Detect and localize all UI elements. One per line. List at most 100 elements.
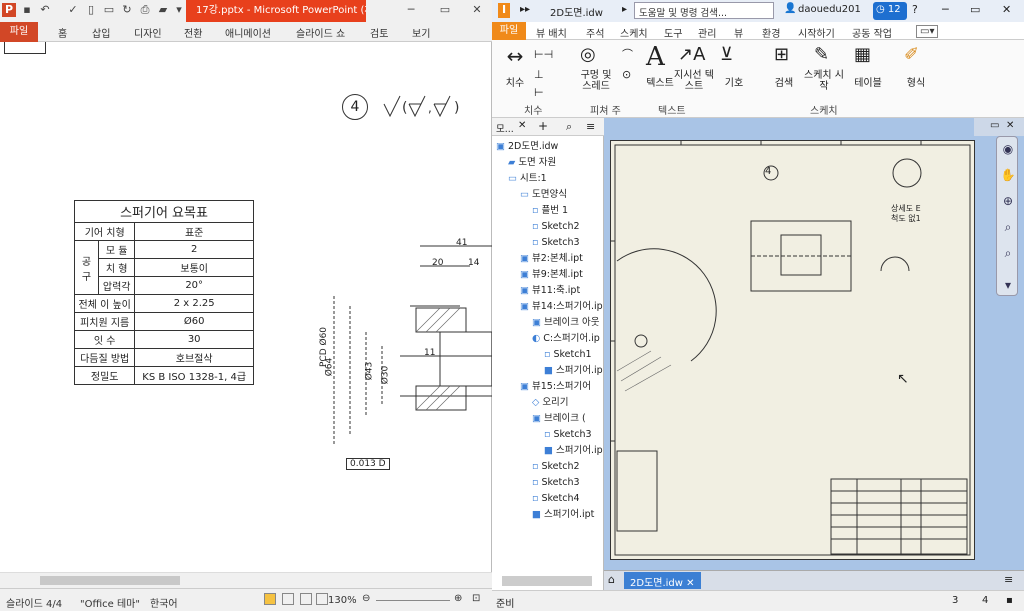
doc-tab-close-icon[interactable]: ✕	[686, 578, 694, 589]
table-button[interactable]: 테이블	[848, 74, 888, 89]
inv-tab-environment[interactable]: 환경	[762, 25, 780, 40]
inv-minimize-icon[interactable]: ─	[942, 3, 949, 16]
tree-item[interactable]: ▣ 뷰2:본체.ipt	[520, 252, 583, 266]
ppt-tab-design[interactable]: 디자인	[134, 25, 162, 40]
browser-scrollbar[interactable]	[502, 576, 592, 586]
doc-tab-active[interactable]: 2D도면.idw ✕	[624, 572, 701, 589]
slide-sorter-icon[interactable]	[282, 593, 294, 605]
close-icon[interactable]: ✕	[470, 3, 484, 17]
expand-menu-icon[interactable]: ▸▸	[520, 4, 530, 15]
zoom-slider[interactable]	[376, 600, 450, 601]
browser-title[interactable]: 모...	[496, 121, 514, 135]
user-name[interactable]: daouedu201	[798, 4, 861, 15]
tree-item[interactable]: ▫ Sketch3	[532, 476, 580, 490]
browser-close-icon[interactable]: ✕	[518, 120, 526, 131]
tree-item[interactable]: ▭ 시트:1	[508, 172, 547, 186]
pan-icon[interactable]: ✋	[1000, 167, 1016, 183]
tree-item[interactable]: ▫ Sketch3	[544, 428, 592, 442]
zoom-out-icon[interactable]: ⊖	[362, 593, 370, 604]
minimize-icon[interactable]: ─	[404, 3, 418, 17]
tree-item[interactable]: ▣ 뷰15:스퍼기어	[520, 380, 591, 394]
zoom-all-icon[interactable]: ⌕	[1000, 245, 1016, 261]
tree-item[interactable]: ▫ Sketch2	[532, 220, 580, 234]
browser-menu-icon[interactable]: ≡	[586, 120, 595, 133]
tree-item[interactable]: ◐ C:스퍼기어.ip	[532, 332, 600, 346]
doc-tabs-menu-icon[interactable]: ≡	[1004, 573, 1013, 586]
forward-icon[interactable]: ▸	[622, 4, 627, 15]
zoom-window-icon[interactable]: ⌕	[1000, 219, 1016, 235]
inv-tab-view-layout[interactable]: 뷰 배치	[536, 25, 567, 40]
tree-item[interactable]: ▫ Sketch3	[532, 236, 580, 250]
refresh-icon[interactable]: ↻	[120, 3, 134, 17]
tree-item[interactable]: ■ 스퍼기어.ip	[544, 444, 603, 458]
ordinate-dim-icon[interactable]: ⊥	[534, 68, 544, 81]
new-file-icon[interactable]: ▯	[84, 3, 98, 17]
help-icon[interactable]: ?	[912, 3, 918, 16]
ppt-horizontal-scrollbar[interactable]	[0, 572, 492, 588]
canvas-restore-icon[interactable]: ▭	[990, 120, 999, 131]
zoom-icon[interactable]: ⊕	[1000, 193, 1016, 209]
symbol-icon[interactable]: ⊻	[720, 44, 733, 65]
ribbon-options-icon[interactable]: ▭▾	[916, 25, 939, 38]
user-icon[interactable]: 👤	[784, 3, 796, 14]
inv-tab-tools[interactable]: 도구	[664, 25, 682, 40]
status-settings-icon[interactable]: ▪	[1006, 595, 1013, 606]
dimension-icon[interactable]: ↔	[498, 44, 532, 78]
retrieve-icon[interactable]: ⊞	[774, 44, 789, 65]
leader-text-button[interactable]: 지시선 텍스트	[674, 70, 714, 92]
baseline-dim-icon[interactable]: ⊢⊣	[534, 48, 553, 61]
symbol-button[interactable]: 기호	[714, 74, 754, 89]
punch-note-icon[interactable]: ⊙	[622, 68, 631, 81]
ppt-tab-view[interactable]: 보기	[412, 25, 430, 40]
chamfer-note-icon[interactable]: ⌒	[622, 46, 633, 62]
tree-item[interactable]: ▣ 브레이크 아웃	[532, 316, 599, 330]
inv-tab-file[interactable]: 파일	[492, 22, 526, 40]
undo-icon[interactable]: ↶	[38, 3, 52, 17]
tree-item[interactable]: ▣ 브레이크 (	[532, 412, 586, 426]
ppt-tab-slideshow[interactable]: 슬라이드 쇼	[296, 25, 345, 40]
normal-view-icon[interactable]	[264, 593, 276, 605]
tree-item[interactable]: ■ 스퍼기어.ipt	[532, 508, 594, 522]
inv-tab-getstarted[interactable]: 시작하기	[798, 25, 835, 40]
scroll-thumb[interactable]	[40, 576, 180, 585]
format-button[interactable]: 형식	[896, 74, 936, 89]
open-file-icon[interactable]: ▭	[102, 3, 116, 17]
inv-tab-view[interactable]: 뷰	[734, 25, 743, 40]
language[interactable]: 한국어	[150, 595, 178, 610]
tree-item[interactable]: ■ 스퍼기어.ip	[544, 364, 603, 378]
tree-item[interactable]: ▫ Sketch1	[544, 348, 592, 362]
powerpoint-icon[interactable]: P	[2, 3, 16, 17]
leader-text-icon[interactable]: ↗A	[678, 44, 705, 65]
tree-item[interactable]: ▫ Sketch2	[532, 460, 580, 474]
save-icon[interactable]: ▪	[20, 3, 34, 17]
dimension-button[interactable]: 치수	[498, 74, 532, 89]
drawing-canvas[interactable]: ▭ ✕ 4 상세도 E 척도 없1 ↖ ◉ ✋ ⊕ ⌕ ⌕ ▾	[604, 118, 1024, 570]
tree-item[interactable]: ▣ 뷰14:스퍼기어.ip	[520, 300, 603, 314]
inv-tab-manage[interactable]: 관리	[698, 25, 716, 40]
ppt-tab-review[interactable]: 검토	[370, 25, 388, 40]
inv-close-icon[interactable]: ✕	[1002, 3, 1011, 16]
ppt-tab-transitions[interactable]: 전환	[184, 25, 202, 40]
drawing-sheet[interactable]: 4 상세도 E 척도 없1 ↖	[610, 140, 975, 560]
restore-icon[interactable]: ▭	[438, 3, 452, 17]
inv-tab-sketch[interactable]: 스케치	[620, 25, 648, 40]
notification-badge[interactable]: ◷ 12	[873, 2, 907, 20]
add-browser-icon[interactable]: +	[538, 119, 548, 133]
retrieve-button[interactable]: 검색	[764, 74, 804, 89]
start-sketch-button[interactable]: 스케치 시작	[804, 70, 844, 92]
ppt-tab-file[interactable]: 파일	[0, 22, 38, 42]
chain-dim-icon[interactable]: ⊢	[534, 86, 544, 99]
inv-tab-collaborate[interactable]: 공동 작업	[852, 25, 892, 40]
navbar-menu-icon[interactable]: ▾	[1000, 277, 1016, 293]
tree-item[interactable]: ▭ 도면양식	[520, 188, 567, 202]
print-icon[interactable]: ⎙	[138, 3, 152, 17]
hole-thread-button[interactable]: 구멍 및 스레드	[576, 70, 616, 92]
tree-item[interactable]: ▣ 2D도면.idw	[496, 140, 558, 154]
tree-item[interactable]: ▫ Sketch4	[532, 492, 580, 506]
spellcheck-icon[interactable]: ✓	[66, 3, 80, 17]
tree-item[interactable]: ▰ 도면 자원	[508, 156, 556, 170]
tree-item[interactable]: ▫ 플번 1	[532, 204, 568, 218]
start-sketch-icon[interactable]: ✎	[814, 44, 829, 65]
table-icon[interactable]: ▦	[854, 44, 871, 65]
browser-search-icon[interactable]: ⌕	[566, 120, 572, 134]
